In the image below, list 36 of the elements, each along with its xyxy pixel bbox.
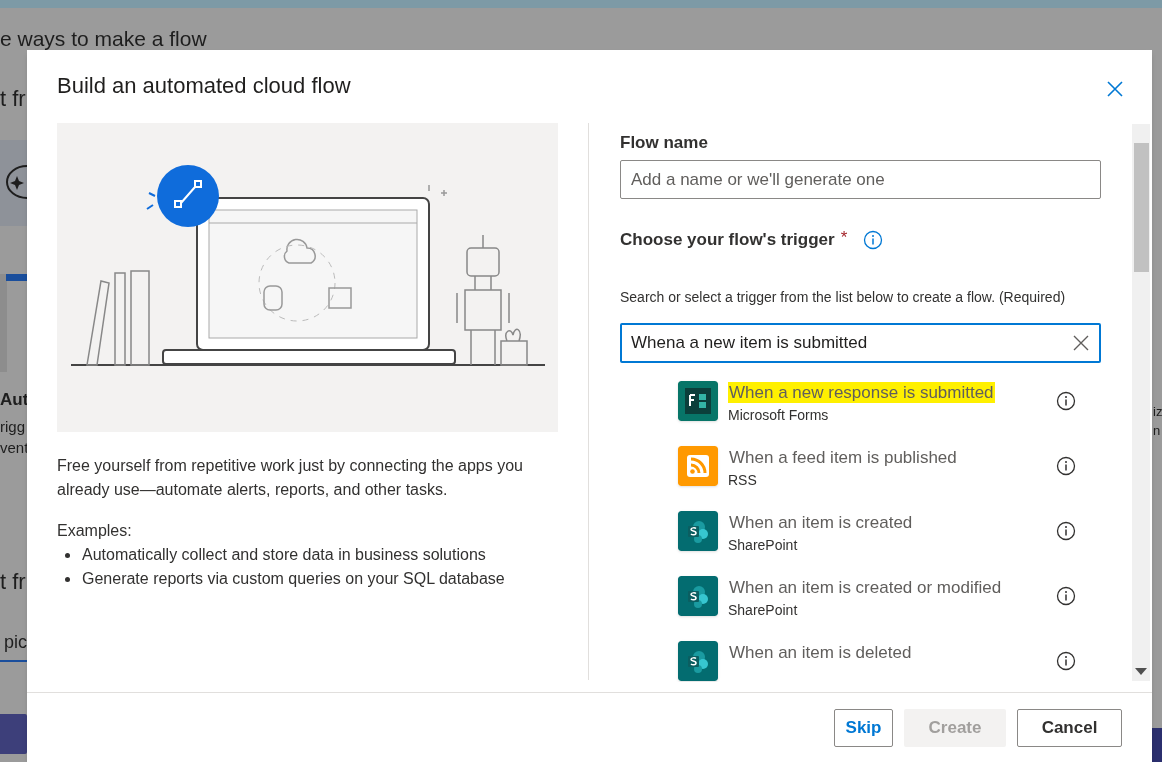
trigger-item[interactable]: When a feed item is published RSS xyxy=(678,440,1101,505)
example-text: Automatically collect and store data in business solutions xyxy=(82,545,486,565)
dialog-button[interactable]: Cancel xyxy=(1017,709,1122,747)
trigger-item[interactable]: When a new response is submitted Microsoft Forms xyxy=(678,375,1101,440)
trigger-item[interactable]: When an item is deleted xyxy=(678,635,1101,682)
connector-name: SharePoint xyxy=(728,601,799,620)
card-text: n xyxy=(1153,422,1161,440)
connector-name: Microsoft Forms xyxy=(728,406,830,425)
trigger-item[interactable]: When an item is created SharePoint xyxy=(678,505,1101,570)
required-mark: * xyxy=(840,227,848,250)
dialog-title: Build an automated cloud flow xyxy=(57,72,351,100)
card-text: iz xyxy=(1153,403,1162,421)
tab-label: pic xyxy=(4,631,27,653)
description-text: Free yourself from repetitive work just by connecting the apps you already use—automate alerts, reports, and other tasks. xyxy=(57,456,524,500)
example-text: Generate reports via custom queries on your SQL database xyxy=(82,569,505,589)
trigger-title: When an item is deleted xyxy=(728,642,913,663)
trigger-title: When a feed item is published xyxy=(728,447,958,468)
dialog-button[interactable]: Skip xyxy=(834,709,893,747)
flow-name-field[interactable]: Add a name or we'll generate one xyxy=(620,160,1101,199)
page-heading: e ways to make a flow xyxy=(0,28,207,49)
heading-text: t fr xyxy=(0,571,26,593)
card-text: rigg xyxy=(0,417,25,437)
trigger-title: When an item is created xyxy=(728,512,914,533)
trigger-title: When a new response is submitted xyxy=(728,382,995,403)
trigger-search-field[interactable]: Whena a new item is submitted xyxy=(620,323,1101,363)
card-text: vent xyxy=(0,438,29,458)
heading-text: t fr xyxy=(0,88,26,110)
connector-name: SharePoint xyxy=(728,536,799,555)
card-title: Aut xyxy=(0,389,29,411)
trigger-item[interactable]: When an item is created or modified SharePoint xyxy=(678,570,1101,635)
helper-text: Search or select a trigger from the list below to create a flow. (Required) xyxy=(620,288,1067,306)
field-label: Choose your flow's trigger xyxy=(620,229,835,252)
trigger-title: When an item is created or modified xyxy=(728,577,1003,598)
field-label: Flow name xyxy=(620,132,709,154)
connector-name: RSS xyxy=(728,471,758,490)
examples-label: Examples: xyxy=(57,521,133,541)
